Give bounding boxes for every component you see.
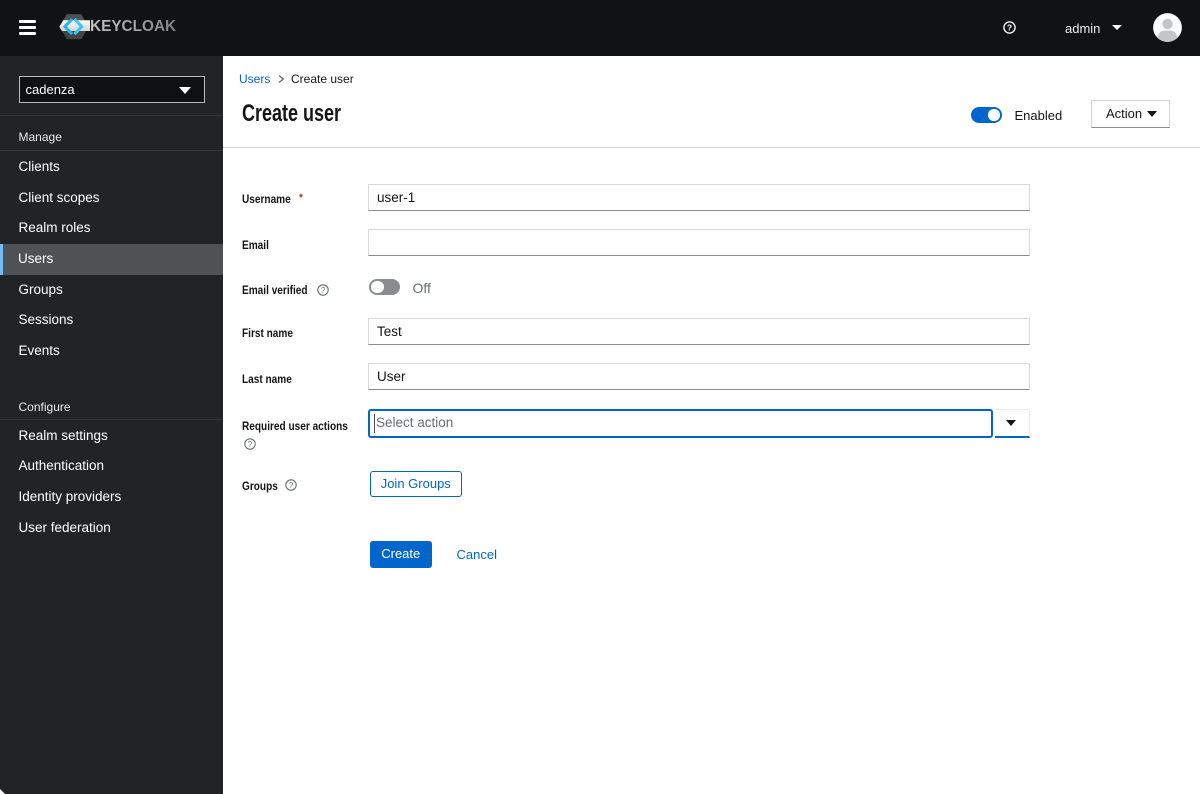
svg-text:?: ? — [248, 440, 253, 449]
svg-text:?: ? — [289, 481, 294, 490]
svg-text:?: ? — [1007, 23, 1012, 33]
svg-text:?: ? — [320, 286, 325, 295]
